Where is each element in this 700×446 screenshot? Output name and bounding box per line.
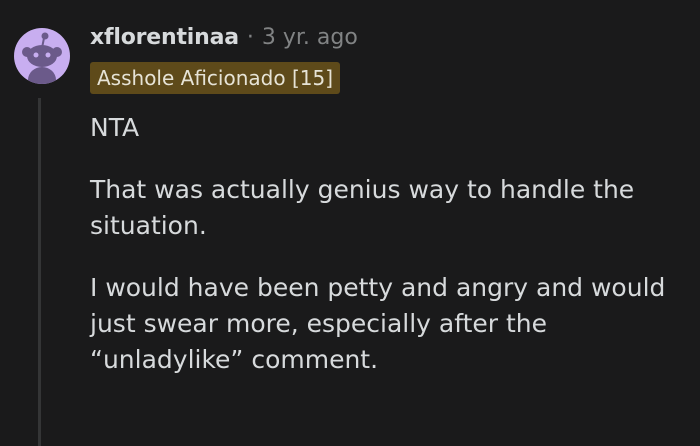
comment-paragraph: I would have been petty and angry and wo… (90, 273, 666, 374)
username-link[interactable]: xflorentinaa (90, 25, 239, 50)
snoo-avatar-icon (22, 32, 62, 84)
comment-header: xflorentinaa · 3 yr. ago (90, 20, 358, 54)
meta-separator: · (246, 24, 254, 50)
user-avatar[interactable] (14, 28, 70, 84)
user-flair: Asshole Aficionado [15] (90, 62, 340, 94)
comment-paragraph: NTA (90, 113, 140, 142)
comment-timestamp[interactable]: 3 yr. ago (262, 25, 358, 50)
comment-paragraph: That was actually genius way to handle t… (90, 175, 635, 240)
thread-line[interactable] (38, 98, 41, 446)
comment-body: NTA That was actually genius way to hand… (90, 110, 690, 404)
